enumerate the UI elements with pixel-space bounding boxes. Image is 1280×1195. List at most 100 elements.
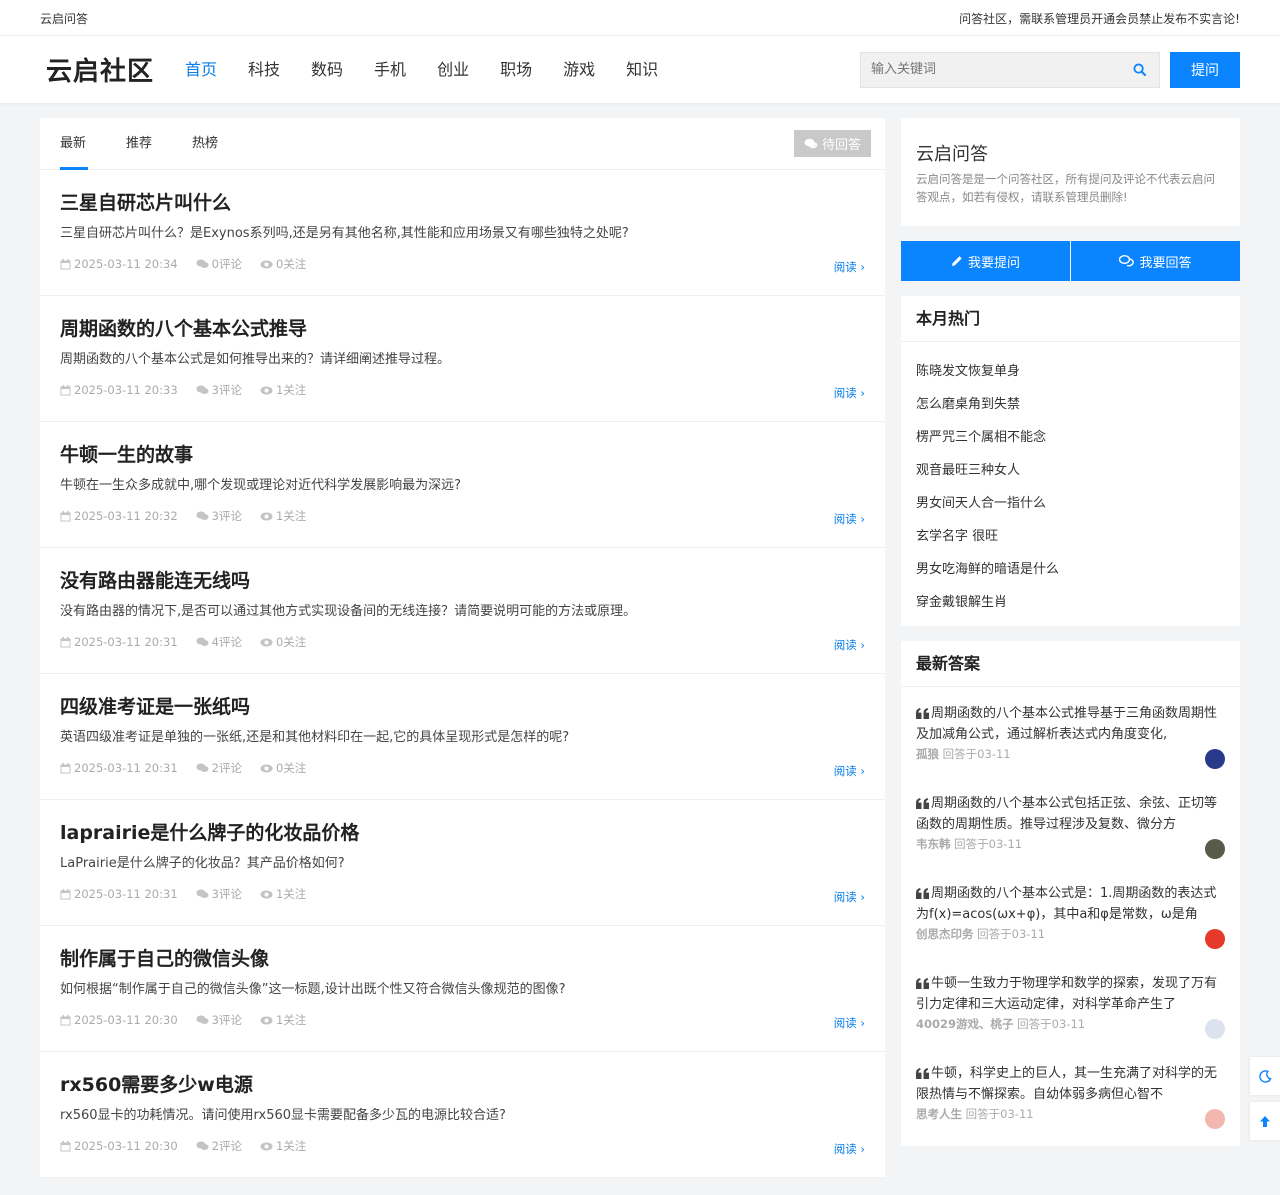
question-item[interactable]: 周期函数的八个基本公式推导 周期函数的八个基本公式是如何推导出来的？请详细阐述推导… [40, 296, 885, 422]
nav-item-knowledge[interactable]: 知识 [626, 36, 658, 103]
search-icon[interactable] [1119, 53, 1159, 87]
nav-item-game[interactable]: 游戏 [563, 36, 595, 103]
read-more-link[interactable]: 阅读 › [834, 1015, 865, 1031]
answer-item[interactable]: 牛顿，科学史上的巨人，其一生充满了对科学的无限热情与不懈探索。自幼体弱多病但心智… [901, 1047, 1240, 1137]
question-item[interactable]: 牛顿一生的故事 牛顿在一生众多成就中,哪个发现或理论对近代科学发展影响最为深远? 2… [40, 422, 885, 548]
calendar-icon [60, 888, 71, 899]
meta-comments: 3评论 [196, 1012, 242, 1028]
hot-item[interactable]: 男女吃海鲜的暗语是什么 [916, 553, 1225, 586]
question-item[interactable]: 制作属于自己的微信头像 如何根据“制作属于自己的微信头像”这一标题,设计出既个性又… [40, 926, 885, 1052]
read-more-link[interactable]: 阅读 › [834, 511, 865, 527]
avatar[interactable] [1205, 1019, 1225, 1039]
meta-follows: 1关注 [260, 1138, 306, 1154]
question-item[interactable]: 三星自研芯片叫什么 三星自研芯片叫什么？是Exynos系列吗,还是另有其他名称,其… [40, 170, 885, 296]
tab-latest[interactable]: 最新 [60, 118, 89, 170]
nav-item-career[interactable]: 职场 [500, 36, 532, 103]
answer-item[interactable]: 牛顿一生致力于物理学和数学的探索，发现了万有引力定律和三大运动定律，对科学革命产… [901, 957, 1240, 1047]
question-item[interactable]: laprairie是什么牌子的化妆品价格 LaPrairie是什么牌子的化妆品？其… [40, 800, 885, 926]
answer-user[interactable]: 创思杰印务 [916, 927, 974, 941]
avatar[interactable] [1205, 1109, 1225, 1129]
read-more-link[interactable]: 阅读 › [834, 637, 865, 653]
question-date: 2025-03-11 20:30 [74, 1139, 178, 1153]
pending-answer-button[interactable]: 待回答 [793, 130, 871, 157]
question-title[interactable]: 周期函数的八个基本公式推导 [60, 316, 865, 342]
read-more-link[interactable]: 阅读 › [834, 385, 865, 401]
avatar[interactable] [1205, 749, 1225, 769]
read-more-link[interactable]: 阅读 › [834, 259, 865, 275]
nav-item-home[interactable]: 首页 [185, 36, 217, 103]
question-title[interactable]: 制作属于自己的微信头像 [60, 946, 865, 972]
nav-item-phone[interactable]: 手机 [374, 36, 406, 103]
answer-text[interactable]: 牛顿，科学史上的巨人，其一生充满了对科学的无限热情与不懈探索。自幼体弱多病但心智… [916, 1063, 1225, 1105]
answer-meta: 韦东韩 回答于03-11 [916, 836, 1225, 852]
ask-button[interactable]: 我要提问 [901, 241, 1070, 281]
meta-follows: 1关注 [260, 508, 306, 524]
question-title[interactable]: 三星自研芯片叫什么 [60, 190, 865, 216]
answer-user[interactable]: 思考人生 [916, 1107, 962, 1121]
site-logo[interactable]: 云启社区 [46, 51, 185, 88]
question-item[interactable]: 没有路由器能连无线吗 没有路由器的情况下,是否可以通过其他方式实现设备间的无线连接… [40, 548, 885, 674]
sidebar: 云启问答 云启问答是是一个问答社区，所有提问及评论不代表云启问答观点，如若有侵权… [901, 118, 1240, 1178]
answer-meta: 孤狼 回答于03-11 [916, 746, 1225, 762]
nav-item-tech[interactable]: 科技 [248, 36, 280, 103]
calendar-icon [60, 762, 71, 773]
tab-recommended[interactable]: 推荐 [126, 118, 152, 170]
answer-user[interactable]: 40029游戏、桃子 [916, 1017, 1014, 1031]
hot-item[interactable]: 穿金戴银解生肖 [916, 586, 1225, 619]
hot-item[interactable]: 玄学名字 很旺 [916, 520, 1225, 553]
nav-item-digital[interactable]: 数码 [311, 36, 343, 103]
back-to-top-button[interactable] [1250, 1102, 1280, 1140]
question-item[interactable]: rx560需要多少w电源 rx560显卡的功耗情况。请问使用rx560显卡需要配备… [40, 1052, 885, 1178]
meta-follows: 1关注 [260, 886, 306, 902]
hot-item[interactable]: 陈晓发文恢复单身 [916, 355, 1225, 388]
hot-item[interactable]: 男女间天人合一指什么 [916, 487, 1225, 520]
answer-item[interactable]: 周期函数的八个基本公式是：1.周期函数的表达式为f(x)=acos(ωx+φ)，… [901, 867, 1240, 957]
eye-icon [260, 1016, 273, 1024]
question-comments: 4评论 [211, 635, 242, 649]
question-comments: 3评论 [211, 1013, 242, 1027]
answer-user[interactable]: 孤狼 [916, 747, 939, 761]
question-title[interactable]: 没有路由器能连无线吗 [60, 568, 865, 594]
answer-button[interactable]: 我要回答 [1070, 241, 1240, 281]
top-strip-site-name[interactable]: 云启问答 [40, 10, 88, 27]
hot-item[interactable]: 怎么磨桌角到失禁 [916, 388, 1225, 421]
question-title[interactable]: 四级准考证是一张纸吗 [60, 694, 865, 720]
latest-answers-title: 最新答案 [901, 641, 1240, 687]
nav-item-startup[interactable]: 创业 [437, 36, 469, 103]
ask-question-button[interactable]: 提问 [1170, 51, 1240, 88]
read-more-link[interactable]: 阅读 › [834, 889, 865, 905]
meta-comments: 2评论 [196, 760, 242, 776]
ask-button-label: 我要提问 [967, 255, 1020, 271]
hot-item[interactable]: 观音最旺三种女人 [916, 454, 1225, 487]
question-title[interactable]: rx560需要多少w电源 [60, 1072, 865, 1098]
read-more-label: 阅读 [833, 638, 857, 652]
quote-icon [916, 978, 929, 989]
read-more-link[interactable]: 阅读 › [834, 1141, 865, 1157]
answer-content: 周期函数的八个基本公式推导基于三角函数周期性及加减角公式，通过解析表达式内角度变… [916, 706, 1218, 742]
answer-item[interactable]: 周期函数的八个基本公式推导基于三角函数周期性及加减角公式，通过解析表达式内角度变… [901, 687, 1240, 777]
question-meta: 2025-03-11 20:33 3评论 1关注 [60, 382, 865, 398]
tab-hot[interactable]: 热榜 [192, 118, 218, 170]
answer-text[interactable]: 周期函数的八个基本公式推导基于三角函数周期性及加减角公式，通过解析表达式内角度变… [916, 703, 1225, 745]
answer-text[interactable]: 牛顿一生致力于物理学和数学的探索，发现了万有引力定律和三大运动定律，对科学革命产… [916, 973, 1225, 1015]
read-more-label: 阅读 [833, 1142, 857, 1156]
avatar[interactable] [1205, 839, 1225, 859]
question-title[interactable]: 牛顿一生的故事 [60, 442, 865, 468]
hot-item[interactable]: 楞严咒三个属相不能念 [916, 421, 1225, 454]
avatar[interactable] [1205, 929, 1225, 949]
question-item[interactable]: 四级准考证是一张纸吗 英语四级准考证是单独的一张纸,还是和其他材料印在一起,它的具… [40, 674, 885, 800]
answer-item[interactable]: 周期函数的八个基本公式包括正弦、余弦、正切等函数的周期性质。推导过程涉及复数、微… [901, 777, 1240, 867]
meta-comments: 3评论 [196, 508, 242, 524]
question-title[interactable]: laprairie是什么牌子的化妆品价格 [60, 820, 865, 846]
arrow-up-icon [1260, 1115, 1270, 1127]
feed-tabs: 最新 推荐 热榜 待回答 [40, 118, 885, 170]
search-input[interactable] [861, 52, 1119, 87]
answer-user[interactable]: 韦东韩 [916, 837, 951, 851]
dark-mode-button[interactable] [1250, 1057, 1280, 1095]
meta-date: 2025-03-11 20:30 [60, 1013, 178, 1027]
question-date: 2025-03-11 20:33 [74, 383, 178, 397]
answer-text[interactable]: 周期函数的八个基本公式是：1.周期函数的表达式为f(x)=acos(ωx+φ)，… [916, 883, 1225, 925]
answer-text[interactable]: 周期函数的八个基本公式包括正弦、余弦、正切等函数的周期性质。推导过程涉及复数、微… [916, 793, 1225, 835]
answer-time: 回答于03-11 [942, 747, 1011, 761]
read-more-link[interactable]: 阅读 › [834, 763, 865, 779]
